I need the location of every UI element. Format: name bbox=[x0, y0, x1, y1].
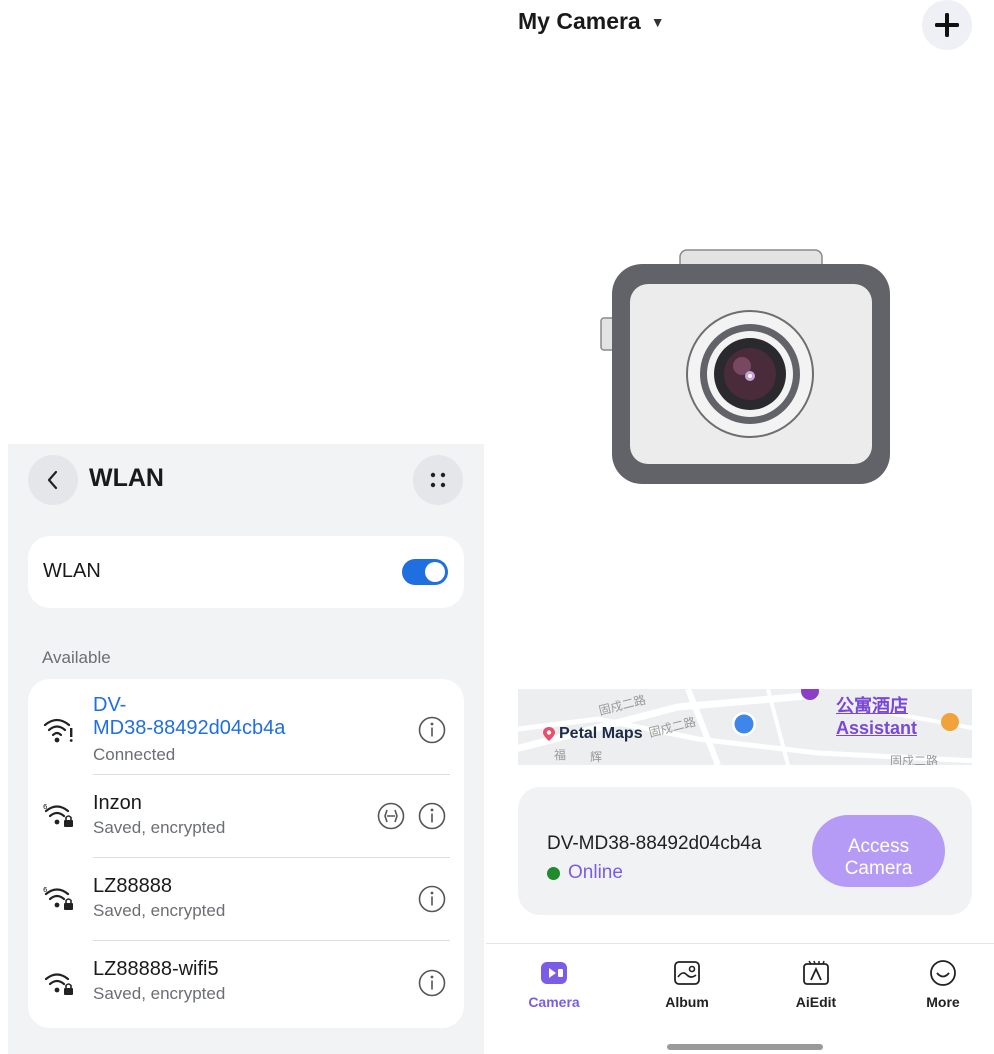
tab-camera[interactable]: Camera bbox=[514, 958, 594, 1010]
network-row[interactable]: 6 Inzon Saved, encrypted bbox=[28, 775, 464, 857]
tab-label: AiEdit bbox=[795, 994, 837, 1010]
network-list: DV- MD38-88492d04cb4a Connected 6 Inzon … bbox=[28, 679, 464, 1028]
device-card: DV-MD38-88492d04cb4a Online Access Camer… bbox=[518, 787, 972, 915]
caret-down-icon: ▼ bbox=[650, 13, 665, 30]
info-icon[interactable] bbox=[417, 968, 447, 998]
tab-label: More bbox=[926, 994, 960, 1010]
network-name-line2: MD38-88492d04cb4a bbox=[93, 717, 286, 739]
access-camera-label-line2: Camera bbox=[844, 858, 913, 879]
location-dot-icon bbox=[732, 712, 756, 736]
plus-icon bbox=[935, 13, 959, 37]
map-brand-label: Petal Maps bbox=[559, 725, 643, 742]
network-row[interactable]: 6 LZ88888 Saved, encrypted bbox=[28, 858, 464, 940]
device-status: Online bbox=[547, 862, 623, 884]
info-icon[interactable] bbox=[417, 801, 447, 831]
info-icon[interactable] bbox=[417, 715, 447, 745]
tabbar-divider bbox=[486, 943, 994, 944]
network-status: Connected bbox=[93, 745, 176, 764]
tab-more[interactable]: More bbox=[903, 958, 983, 1010]
wlan-header: WLAN bbox=[8, 444, 484, 516]
available-section-label: Available bbox=[42, 648, 111, 667]
wlan-toggle-switch[interactable] bbox=[402, 559, 448, 585]
camera-selector[interactable]: My Camera ▼ bbox=[518, 8, 665, 35]
home-indicator[interactable] bbox=[667, 1044, 823, 1050]
add-camera-button[interactable] bbox=[922, 0, 972, 50]
network-row[interactable]: LZ88888-wifi5 Saved, encrypted bbox=[28, 941, 464, 1027]
back-button[interactable] bbox=[28, 455, 78, 505]
wifi-lock-6-icon: 6 bbox=[43, 886, 73, 910]
page-title: My Camera bbox=[518, 8, 641, 34]
device-name: DV-MD38-88492d04cb4a bbox=[547, 833, 762, 854]
share-hex-icon[interactable] bbox=[376, 801, 406, 831]
network-name: LZ88888 bbox=[93, 875, 172, 897]
map-brand: Petal Maps bbox=[542, 725, 643, 743]
wifi-lock-6-icon: 6 bbox=[43, 803, 73, 827]
wifi-lock-icon bbox=[44, 973, 73, 995]
network-name: Inzon bbox=[93, 792, 142, 814]
network-status: Saved, encrypted bbox=[93, 901, 226, 920]
svg-text:福: 福 bbox=[554, 747, 566, 762]
page-title: WLAN bbox=[89, 464, 164, 492]
camera-tab-icon bbox=[541, 962, 567, 984]
tab-label: Camera bbox=[528, 994, 580, 1010]
access-camera-label-line1: Access bbox=[847, 836, 910, 857]
access-camera-button[interactable]: Access Camera bbox=[812, 815, 945, 887]
network-status: Saved, encrypted bbox=[93, 818, 226, 837]
network-status: Saved, encrypted bbox=[93, 984, 226, 1003]
album-icon bbox=[674, 961, 700, 985]
tab-label: Album bbox=[665, 994, 709, 1010]
online-dot-icon bbox=[547, 866, 560, 880]
network-name: LZ88888-wifi5 bbox=[93, 958, 219, 980]
four-dots-icon bbox=[430, 472, 446, 488]
wifi-warning-icon bbox=[43, 718, 73, 743]
wlan-toggle-label: WLAN bbox=[43, 560, 101, 582]
more-face-icon bbox=[930, 960, 956, 986]
wlan-toggle-card: WLAN bbox=[28, 536, 464, 608]
toggle-knob bbox=[425, 562, 445, 582]
tab-album[interactable]: Album bbox=[647, 958, 727, 1010]
svg-text:辉: 辉 bbox=[590, 750, 602, 764]
more-options-button[interactable] bbox=[413, 455, 463, 505]
map-preview[interactable]: 固戍二路 固戍二路 福 辉 固戍二路 Petal Maps 公寓酒店Assist… bbox=[518, 689, 972, 765]
device-status-label: Online bbox=[568, 862, 623, 883]
network-name: DV- bbox=[93, 694, 127, 716]
info-icon[interactable] bbox=[417, 884, 447, 914]
map-pin-icon bbox=[543, 727, 555, 741]
wlan-settings-panel: WLAN WLAN Available DV- MD38-88492d04cb4… bbox=[8, 444, 484, 1054]
map-assistant-link[interactable]: 公寓酒店Assistant bbox=[836, 692, 972, 739]
svg-text:固戍二路: 固戍二路 bbox=[890, 753, 938, 765]
chevron-left-icon bbox=[47, 470, 58, 490]
camera-illustration bbox=[600, 249, 890, 484]
aiedit-icon bbox=[803, 960, 829, 985]
tab-aiedit[interactable]: AiEdit bbox=[776, 958, 856, 1010]
network-row-connected[interactable]: DV- MD38-88492d04cb4a Connected bbox=[28, 679, 464, 774]
